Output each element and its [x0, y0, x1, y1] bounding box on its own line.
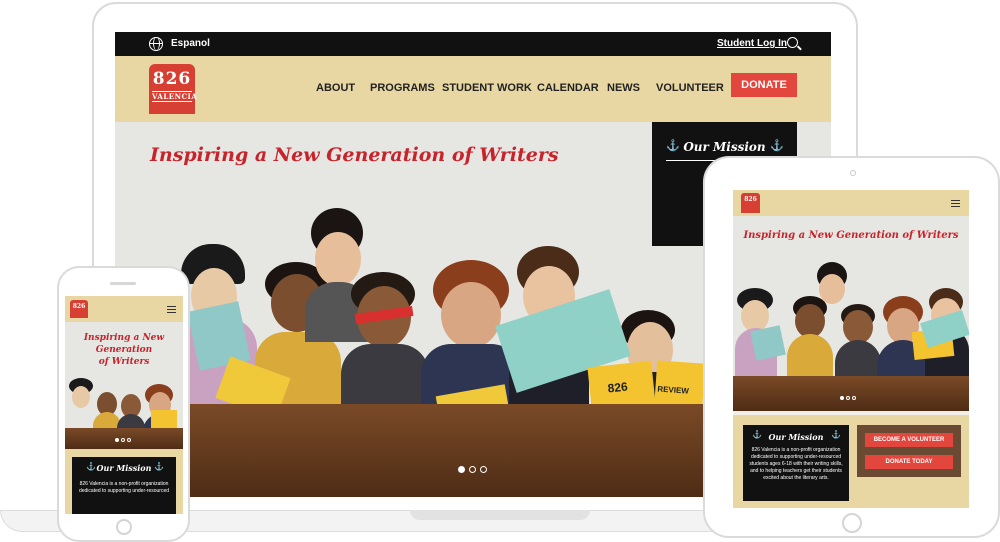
phone-screen: 826 Inspiring a New Generation of Writer…: [65, 296, 183, 514]
language-link[interactable]: Espanol: [171, 38, 210, 49]
carousel-dot[interactable]: [840, 396, 844, 400]
site-logo[interactable]: 826: [741, 193, 760, 213]
phone-header: 826: [65, 296, 183, 322]
cta-box: BECOME A VOLUNTEER DONATE TODAY: [857, 425, 961, 477]
tablet-home-button: [842, 513, 862, 533]
tablet-screen: 826 Inspiring a New Generation of Writer…: [733, 190, 969, 508]
menu-icon[interactable]: [951, 200, 960, 207]
carousel-dots: [458, 466, 487, 473]
hero-photo-book: [151, 410, 177, 428]
tablet-camera: [850, 170, 856, 176]
site-logo[interactable]: 826 VALENCIA: [149, 64, 198, 114]
logo-number: 826: [152, 69, 192, 89]
phone-hero: Inspiring a New Generation of Writers: [65, 322, 183, 449]
carousel-dot[interactable]: [127, 438, 131, 442]
mission-text: 826 Valencia is a non-profit organizatio…: [749, 447, 843, 481]
hero-tagline: Inspiring a New Generation of Writers: [743, 230, 959, 241]
anchor-icon: ⚓: [770, 140, 784, 152]
carousel-dot[interactable]: [846, 396, 850, 400]
site-logo[interactable]: 826: [70, 300, 88, 318]
logo-name: VALENCIA: [152, 91, 198, 102]
hero-tagline-line: Inspiring a New Generation: [83, 333, 165, 355]
hero-photo-book: [750, 325, 786, 361]
book-label-review: REVIEW: [657, 384, 690, 396]
carousel-dot[interactable]: [480, 466, 487, 473]
anchor-icon: ⚓: [154, 462, 164, 471]
search-icon[interactable]: [787, 37, 798, 48]
carousel-dot[interactable]: [458, 466, 465, 473]
nav-volunteer[interactable]: VOLUNTEER: [656, 82, 724, 94]
logo-number: 826: [72, 303, 86, 310]
globe-icon[interactable]: [149, 37, 163, 51]
nav-programs[interactable]: PROGRAMS: [370, 82, 435, 94]
carousel-dots: [840, 396, 856, 400]
carousel-dot[interactable]: [469, 466, 476, 473]
phone-lower-section: ⚓ Our Mission ⚓ 826 Valencia is a non-pr…: [65, 449, 183, 514]
laptop-notch: [410, 510, 590, 520]
hero-tagline: Inspiring a New Generation of Writers: [150, 144, 559, 166]
hero-tagline: Inspiring a New Generation of Writers: [69, 332, 179, 368]
site-header: 826 VALENCIA ABOUT PROGRAMS STUDENT WORK…: [115, 56, 831, 122]
utility-bar: Espanol Student Log In: [115, 32, 831, 56]
carousel-dot[interactable]: [115, 438, 119, 442]
hero-tagline-line: of Writers: [98, 357, 150, 367]
nav-news[interactable]: NEWS: [607, 82, 640, 94]
logo-number: 826: [744, 196, 757, 203]
anchor-icon: ⚓: [831, 430, 841, 439]
book-label: 826: [606, 379, 629, 396]
donate-today-button[interactable]: DONATE TODAY: [865, 455, 953, 469]
tablet-header: 826: [733, 190, 969, 216]
phone-speaker: [110, 282, 136, 285]
hero-table: [733, 376, 969, 411]
carousel-dot[interactable]: [121, 438, 125, 442]
nav-calendar[interactable]: CALENDAR: [537, 82, 599, 94]
donate-button[interactable]: DONATE: [731, 73, 797, 97]
carousel-dots: [115, 438, 131, 442]
student-login-link[interactable]: Student Log In: [717, 38, 787, 49]
become-volunteer-button[interactable]: BECOME A VOLUNTEER: [865, 433, 953, 447]
menu-icon[interactable]: [167, 306, 176, 313]
tablet-hero: Inspiring a New Generation of Writers: [733, 216, 969, 411]
mission-panel: ⚓ Our Mission ⚓ 826 Valencia is a non-pr…: [743, 425, 849, 501]
nav-student-work[interactable]: STUDENT WORK: [442, 82, 532, 94]
tablet-lower-section: ⚓ Our Mission ⚓ 826 Valencia is a non-pr…: [733, 415, 969, 508]
phone-home-button: [116, 519, 132, 535]
mission-text: 826 Valencia is a non-profit organizatio…: [78, 481, 170, 494]
mission-panel: ⚓ Our Mission ⚓ 826 Valencia is a non-pr…: [72, 457, 176, 514]
nav-about[interactable]: ABOUT: [316, 82, 355, 94]
carousel-dot[interactable]: [852, 396, 856, 400]
